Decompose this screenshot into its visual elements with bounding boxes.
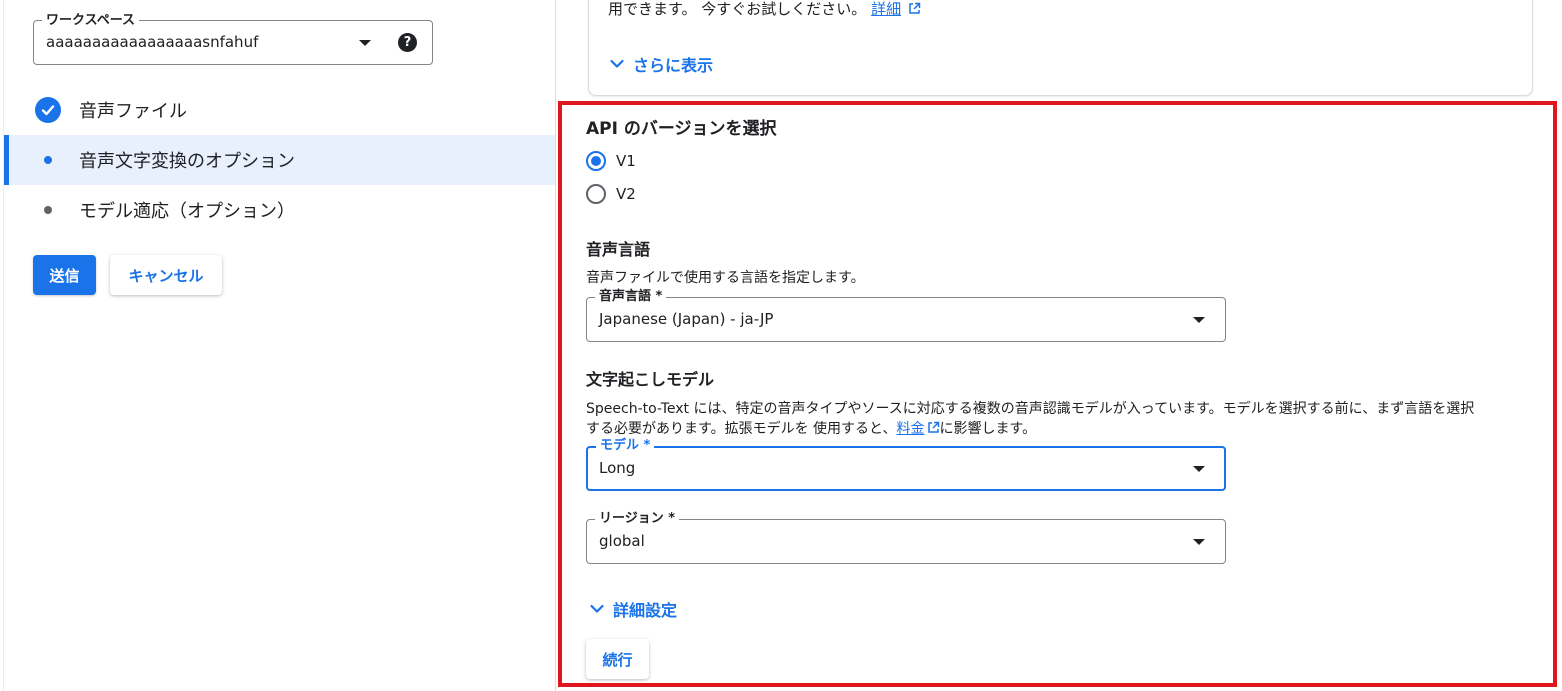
- description-line: Speech-to-Text には、特定の音声タイプやソースに対応する複数の音声…: [586, 401, 1475, 417]
- language-description: 音声ファイルで使用する言語を指定します。: [586, 270, 865, 286]
- region-value: global: [599, 532, 645, 550]
- step-label: 音声ファイル: [79, 101, 187, 122]
- model-select[interactable]: モデル * Long: [586, 438, 1226, 491]
- radio-unchecked-icon[interactable]: [586, 184, 606, 204]
- model-value: Long: [599, 459, 636, 477]
- description-line: する必要があります。拡張モデルを 使用すると、料金 に影響します。: [586, 419, 1536, 439]
- advanced-settings-label: 詳細設定: [613, 601, 678, 620]
- dropdown-arrow-icon: [1193, 539, 1205, 545]
- external-link-icon: [909, 2, 921, 14]
- submit-button[interactable]: 送信: [33, 255, 96, 295]
- step-label: モデル適応（オプション）: [79, 201, 295, 222]
- api-version-title: API のバージョンを選択: [586, 119, 777, 139]
- api-version-v2-radio[interactable]: V2: [586, 184, 636, 204]
- pricing-link[interactable]: 料金: [897, 421, 925, 437]
- transcription-model-title: 文字起こしモデル: [586, 370, 715, 389]
- step-status: [34, 196, 62, 224]
- dropdown-arrow-icon[interactable]: [359, 40, 371, 46]
- workspace-label: ワークスペース: [42, 13, 140, 28]
- language-field-label: 音声言語 *: [595, 289, 667, 304]
- highlight-frame: [558, 101, 1557, 687]
- radio-checked-icon[interactable]: [586, 151, 606, 171]
- dropdown-arrow-icon: [1193, 317, 1205, 323]
- active-step-indicator: [4, 135, 9, 185]
- step-status: [34, 96, 62, 124]
- step-transcription-options[interactable]: 音声文字変換のオプション: [4, 135, 555, 185]
- help-icon[interactable]: ?: [398, 33, 417, 52]
- language-title: 音声言語: [586, 240, 651, 259]
- show-more-label: さらに表示: [633, 56, 714, 75]
- current-step-dot-icon: [44, 156, 52, 164]
- language-select[interactable]: 音声言語 * Japanese (Japan) - ja-JP: [586, 289, 1226, 342]
- chevron-down-icon: [610, 59, 624, 68]
- api-version-v1-radio[interactable]: V1: [586, 151, 636, 171]
- language-value: Japanese (Japan) - ja-JP: [599, 310, 774, 328]
- workspace-select[interactable]: ワークスペース aaaaaaaaaaaaaaaaasnfahuf ?: [33, 13, 433, 65]
- check-circle-icon: [35, 97, 61, 123]
- description-text: に影響します。: [939, 421, 1037, 437]
- radio-label: V1: [616, 152, 636, 170]
- dropdown-arrow-icon: [1193, 466, 1205, 472]
- step-status: [34, 146, 62, 174]
- details-link[interactable]: 詳細: [871, 0, 901, 18]
- radio-label: V2: [616, 185, 636, 203]
- intro-card: 用できます。 今すぐお試しください。 詳細 さらに表示: [588, 0, 1533, 96]
- workspace-value: aaaaaaaaaaaaaaaaasnfahuf: [46, 33, 259, 51]
- step-label: 音声文字変換のオプション: [79, 151, 295, 172]
- stepper-panel: ワークスペース aaaaaaaaaaaaaaaaasnfahuf ? 音声ファイ…: [0, 0, 555, 691]
- description-text: する必要があります。拡張モデルを 使用すると、: [586, 421, 897, 437]
- pane-divider: [555, 0, 556, 691]
- intro-text: 用できます。 今すぐお試しください。 詳細: [608, 0, 921, 19]
- advanced-settings-toggle[interactable]: 詳細設定: [589, 597, 677, 621]
- chevron-down-icon: [590, 604, 604, 613]
- intro-text-body: 用できます。 今すぐお試しください。: [608, 0, 867, 18]
- pending-step-dot-icon: [44, 206, 52, 214]
- external-link-icon: [927, 421, 939, 433]
- show-more-button[interactable]: さらに表示: [609, 52, 713, 76]
- cancel-button[interactable]: キャンセル: [110, 255, 222, 295]
- step-audio-file[interactable]: 音声ファイル: [4, 85, 555, 135]
- continue-button[interactable]: 続行: [586, 639, 649, 679]
- step-model-adaptation[interactable]: モデル適応（オプション）: [4, 185, 555, 235]
- region-field-label: リージョン *: [595, 511, 680, 526]
- region-select[interactable]: リージョン * global: [586, 511, 1226, 564]
- transcription-model-description: Speech-to-Text には、特定の音声タイプやソースに対応する複数の音声…: [586, 399, 1536, 439]
- model-field-label: モデル *: [596, 438, 655, 453]
